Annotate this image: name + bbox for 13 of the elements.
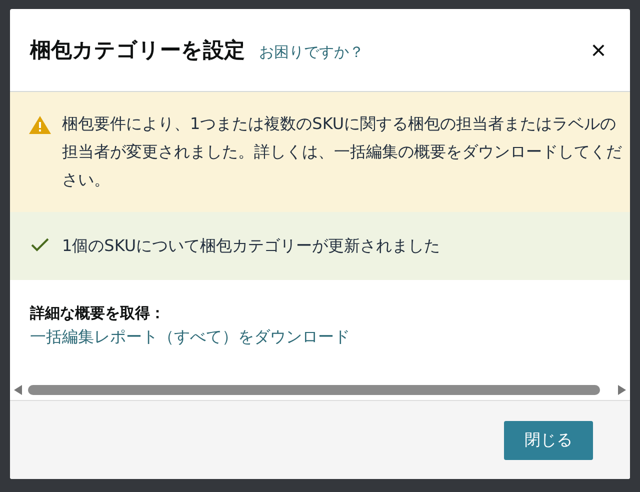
summary-heading: 詳細な概要を取得： xyxy=(30,303,166,324)
dialog-title: 梱包カテゴリーを設定 xyxy=(30,37,245,64)
checkmark-icon xyxy=(31,238,49,252)
alert-message: 1個のSKUについて梱包カテゴリーが更新されました xyxy=(62,235,442,257)
close-button[interactable]: × xyxy=(586,37,610,63)
scrollbar-thumb[interactable] xyxy=(28,385,600,395)
scroll-left-icon[interactable] xyxy=(14,385,22,395)
download-link[interactable]: 一括編集レポート（すべて）をダウンロード xyxy=(30,327,350,346)
alert-message: 梱包要件により、1つまたは複数のSKUに関する梱包の担当者またはラベルの担当者が変更されました。詳しくは、一括編集の概要をダウンロードしてください。 xyxy=(62,113,623,191)
warning-icon xyxy=(29,116,51,134)
close-dialog-button[interactable]: 閉じる xyxy=(504,420,593,460)
scroll-right-icon[interactable] xyxy=(618,385,626,395)
help-link[interactable]: お困りですか？ xyxy=(259,42,364,62)
